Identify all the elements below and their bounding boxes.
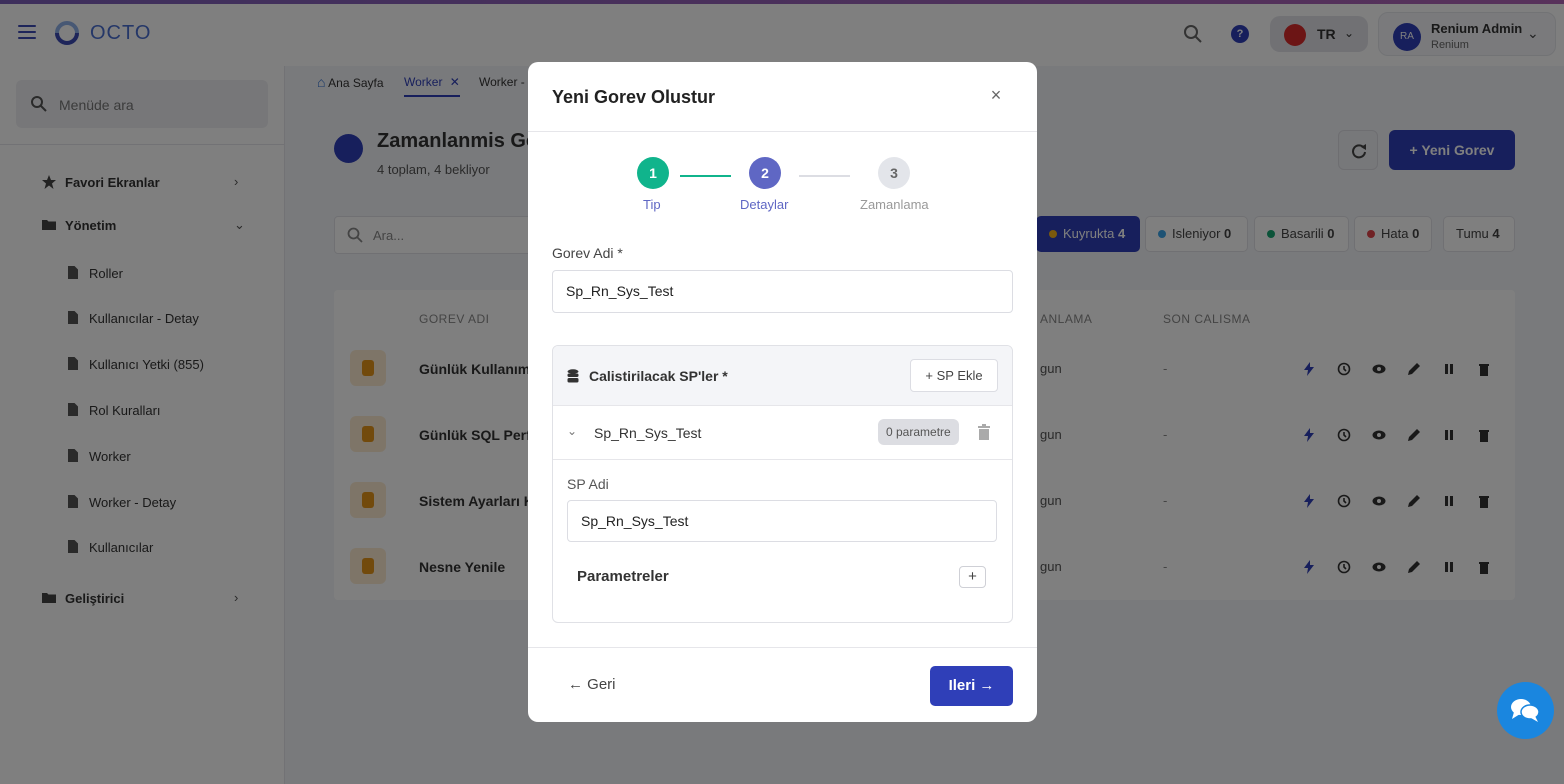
add-sp-button[interactable]: + SP Ekle bbox=[910, 359, 998, 392]
sp-name-input[interactable]: Sp_Rn_Sys_Test bbox=[567, 500, 997, 542]
sp-list-card: Calistirilacak SP'ler * + SP Ekle ⌄ Sp_R… bbox=[552, 345, 1013, 623]
new-task-modal: Yeni Gorev Olustur × 1 Tip 2 Detaylar 3 … bbox=[528, 62, 1037, 722]
add-parameter-button[interactable]: + bbox=[959, 566, 986, 588]
chat-bubbles-icon bbox=[1511, 699, 1540, 722]
sp-list-header: Calistirilacak SP'ler * + SP Ekle bbox=[553, 346, 1012, 406]
arrow-left-icon: ← bbox=[568, 676, 588, 693]
step-connector bbox=[680, 175, 731, 177]
sp-item-name: Sp_Rn_Sys_Test bbox=[594, 425, 702, 441]
modal-header: Yeni Gorev Olustur × bbox=[528, 62, 1037, 132]
add-sp-label: SP Ekle bbox=[936, 368, 983, 383]
step-1-label: Tip bbox=[643, 197, 661, 212]
sp-item-row[interactable]: ⌄ Sp_Rn_Sys_Test 0 parametre bbox=[553, 406, 1012, 460]
task-name-input[interactable]: Sp_Rn_Sys_Test bbox=[552, 270, 1013, 313]
sp-list-title: Calistirilacak SP'ler * bbox=[589, 368, 728, 384]
close-icon[interactable]: × bbox=[987, 86, 1005, 104]
sp-name-label: SP Adi bbox=[567, 476, 609, 492]
back-button[interactable]: ← Geri bbox=[568, 676, 616, 693]
next-label: Ileri bbox=[948, 677, 976, 694]
parameters-title: Parametreler bbox=[577, 568, 669, 585]
modal-title: Yeni Gorev Olustur bbox=[552, 87, 716, 107]
task-name-label: Gorev Adi * bbox=[552, 245, 623, 261]
arrow-right-icon: → bbox=[975, 677, 995, 694]
plus-icon: + bbox=[925, 368, 937, 383]
next-button[interactable]: Ileri → bbox=[930, 666, 1013, 706]
step-3-circle: 3 bbox=[878, 157, 910, 189]
step-1-circle: 1 bbox=[637, 157, 669, 189]
parameters-section: Parametreler + bbox=[567, 556, 997, 606]
step-connector bbox=[799, 175, 850, 177]
chat-button[interactable] bbox=[1497, 682, 1554, 739]
back-label: Geri bbox=[587, 676, 616, 693]
step-2-label: Detaylar bbox=[740, 197, 789, 212]
database-icon bbox=[567, 369, 579, 383]
step-2-circle: 2 bbox=[749, 157, 781, 189]
step-3-label: Zamanlama bbox=[860, 197, 929, 212]
trash-icon[interactable] bbox=[977, 424, 991, 440]
modal-footer: ← Geri Ileri → bbox=[528, 647, 1037, 722]
param-count-badge: 0 parametre bbox=[878, 419, 959, 445]
chevron-down-icon[interactable]: ⌄ bbox=[567, 424, 577, 438]
